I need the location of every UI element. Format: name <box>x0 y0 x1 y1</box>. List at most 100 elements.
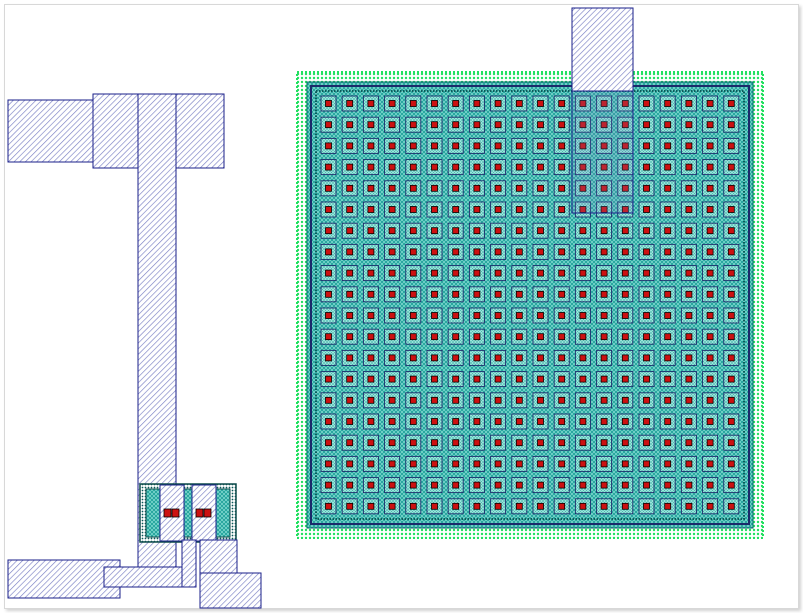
contact-cell <box>723 265 740 282</box>
contact-cell <box>362 159 379 176</box>
contact-cell <box>638 201 655 218</box>
contact-cell <box>702 180 719 197</box>
contact-cell <box>532 243 549 260</box>
contact-cell <box>320 95 337 112</box>
contact-cell <box>723 328 740 345</box>
contact-cell <box>405 159 422 176</box>
contact-cell <box>702 328 719 345</box>
contact-cell <box>680 201 697 218</box>
contact-cell <box>426 286 443 303</box>
contact-cell <box>532 116 549 133</box>
contact-cell <box>617 349 634 366</box>
contact-cell <box>320 455 337 472</box>
contact-cell <box>511 243 528 260</box>
contact-cell <box>320 201 337 218</box>
contact-cell <box>490 371 507 388</box>
contact-cell <box>426 328 443 345</box>
contact-cell <box>468 265 485 282</box>
contact-cell <box>680 434 697 451</box>
contact-cell <box>617 265 634 282</box>
contact-cell <box>384 349 401 366</box>
contact-cell <box>553 137 570 154</box>
metal-strip-top <box>571 7 634 214</box>
contact-cell <box>574 265 591 282</box>
contact-cell <box>511 137 528 154</box>
contact-cell <box>384 116 401 133</box>
contact-cell <box>341 413 358 430</box>
contact-cell <box>490 243 507 260</box>
contact-cell <box>680 243 697 260</box>
small-contact-group <box>139 483 237 543</box>
contact-cell <box>680 265 697 282</box>
contact-cell <box>532 265 549 282</box>
contact-cell <box>362 116 379 133</box>
contact-cell <box>405 392 422 409</box>
contact-cell <box>384 413 401 430</box>
contact-cell <box>468 95 485 112</box>
contact-cell <box>532 498 549 515</box>
contact-cell <box>384 159 401 176</box>
contact-cell <box>468 307 485 324</box>
contact-cell <box>384 307 401 324</box>
contact-cell <box>447 201 464 218</box>
contact-cell <box>638 455 655 472</box>
contact-cell <box>341 265 358 282</box>
metal-pad-bottom-right <box>199 572 262 609</box>
contact-cell <box>680 180 697 197</box>
contact-cell <box>702 137 719 154</box>
contact-cell <box>362 137 379 154</box>
contact-cell <box>553 392 570 409</box>
contact-cell <box>490 137 507 154</box>
contact-cell <box>553 95 570 112</box>
contact-cell <box>574 286 591 303</box>
contact-cell <box>553 222 570 239</box>
contact-cell <box>553 349 570 366</box>
contact-cell <box>659 307 676 324</box>
contact-cell <box>320 392 337 409</box>
contact-cell <box>659 243 676 260</box>
contact-cell <box>596 349 613 366</box>
contact-cell <box>490 116 507 133</box>
contact-cell <box>680 498 697 515</box>
contact-cell <box>702 95 719 112</box>
contact-cell <box>362 349 379 366</box>
contact-cell <box>384 243 401 260</box>
contact-cell <box>638 180 655 197</box>
contact-cell <box>680 222 697 239</box>
contact-cell <box>320 498 337 515</box>
contact-cell <box>702 371 719 388</box>
contact-cell <box>532 434 549 451</box>
contact-cell <box>490 455 507 472</box>
contact-cell <box>341 498 358 515</box>
contact-cell <box>468 498 485 515</box>
contact-cell <box>659 328 676 345</box>
contact-cell <box>511 159 528 176</box>
contact-cell <box>638 392 655 409</box>
contact-cell <box>426 434 443 451</box>
contact-cell <box>426 180 443 197</box>
contact-cell <box>596 328 613 345</box>
contact-cell <box>659 180 676 197</box>
contact-cell <box>426 95 443 112</box>
contact-cell <box>384 201 401 218</box>
contact-cell <box>341 243 358 260</box>
small-contact <box>195 508 204 518</box>
contact-cell <box>617 477 634 494</box>
contact-cell <box>384 392 401 409</box>
contact-cell <box>723 243 740 260</box>
contact-cell <box>553 180 570 197</box>
large-contact-array <box>296 71 764 539</box>
contact-cell <box>659 349 676 366</box>
contact-cell <box>320 349 337 366</box>
contact-cell <box>405 434 422 451</box>
contact-cell <box>384 434 401 451</box>
contact-cell <box>702 434 719 451</box>
contact-cell <box>447 392 464 409</box>
contact-cell <box>617 455 634 472</box>
contact-cell <box>405 477 422 494</box>
contact-cell <box>617 286 634 303</box>
contact-cell <box>702 201 719 218</box>
contact-cell <box>532 159 549 176</box>
contact-cell <box>362 328 379 345</box>
contact-cell <box>638 222 655 239</box>
